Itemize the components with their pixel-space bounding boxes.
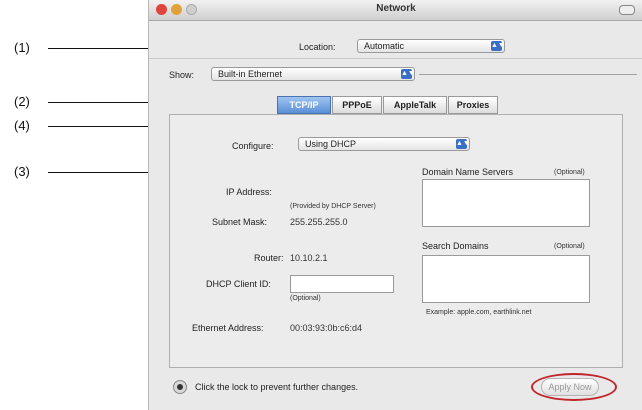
configure-value: Using DHCP bbox=[305, 139, 357, 149]
dns-optional-note: (Optional) bbox=[554, 169, 585, 176]
show-popup[interactable]: Built-in Ethernet ▲▼ bbox=[211, 67, 415, 81]
search-domains-label: Search Domains bbox=[422, 241, 489, 251]
tab-tcpip[interactable]: TCP/IP bbox=[277, 96, 331, 114]
router-value: 10.10.2.1 bbox=[290, 253, 328, 263]
show-label: Show: bbox=[169, 70, 195, 80]
callout-3: (3) bbox=[14, 164, 30, 179]
ethernet-address-value: 00:03:93:0b:c6:d4 bbox=[290, 323, 363, 333]
tab-pppoe[interactable]: PPPoE bbox=[332, 96, 382, 114]
configure-popup[interactable]: Using DHCP ▲▼ bbox=[298, 137, 470, 151]
popup-arrows-icon: ▲▼ bbox=[491, 41, 505, 51]
search-domains-field[interactable] bbox=[422, 255, 590, 303]
dhcp-client-id-note: (Optional) bbox=[290, 295, 321, 302]
show-value: Built-in Ethernet bbox=[218, 69, 283, 79]
search-domains-example: Example: apple.com, earthlink.net bbox=[426, 309, 532, 316]
callout-4: (4) bbox=[14, 118, 30, 133]
tab-appletalk[interactable]: AppleTalk bbox=[383, 96, 447, 114]
location-popup[interactable]: Automatic ▲▼ bbox=[357, 39, 505, 53]
location-value: Automatic bbox=[364, 41, 405, 51]
tcpip-panel: Configure: Using DHCP ▲▼ IP Address: (Pr… bbox=[169, 114, 623, 368]
show-separator bbox=[419, 74, 637, 75]
dns-servers-field[interactable] bbox=[422, 179, 590, 227]
title-bar: Network bbox=[149, 0, 642, 21]
ip-address-note: (Provided by DHCP Server) bbox=[290, 203, 376, 210]
popup-arrows-icon: ▲▼ bbox=[401, 69, 415, 79]
network-window: Network Location: Automatic ▲▼ Show: Bui… bbox=[148, 0, 642, 410]
separator bbox=[149, 58, 642, 59]
dhcp-client-id-label: DHCP Client ID: bbox=[206, 279, 271, 289]
search-domains-optional-note: (Optional) bbox=[554, 243, 585, 250]
dhcp-client-id-input[interactable] bbox=[290, 275, 394, 293]
window-title: Network bbox=[376, 3, 416, 14]
bottom-bar: Click the lock to prevent further change… bbox=[149, 372, 642, 410]
location-label: Location: bbox=[299, 42, 336, 52]
router-label: Router: bbox=[254, 253, 284, 263]
callout-1: (1) bbox=[14, 40, 30, 55]
toolbar-toggle-button[interactable] bbox=[619, 5, 635, 15]
callout-2: (2) bbox=[14, 94, 30, 109]
apply-now-button[interactable]: Apply Now bbox=[541, 378, 599, 396]
ip-address-label: IP Address: bbox=[226, 187, 272, 197]
subnet-mask-label: Subnet Mask: bbox=[212, 217, 268, 227]
dns-label: Domain Name Servers bbox=[422, 167, 514, 177]
configure-label: Configure: bbox=[232, 141, 274, 151]
ethernet-address-label: Ethernet Address: bbox=[192, 323, 264, 333]
subnet-mask-value: 255.255.255.0 bbox=[290, 217, 348, 227]
tab-proxies[interactable]: Proxies bbox=[448, 96, 498, 114]
popup-arrows-icon: ▲▼ bbox=[456, 139, 470, 149]
lock-icon[interactable] bbox=[173, 380, 187, 394]
lock-message: Click the lock to prevent further change… bbox=[195, 382, 359, 392]
